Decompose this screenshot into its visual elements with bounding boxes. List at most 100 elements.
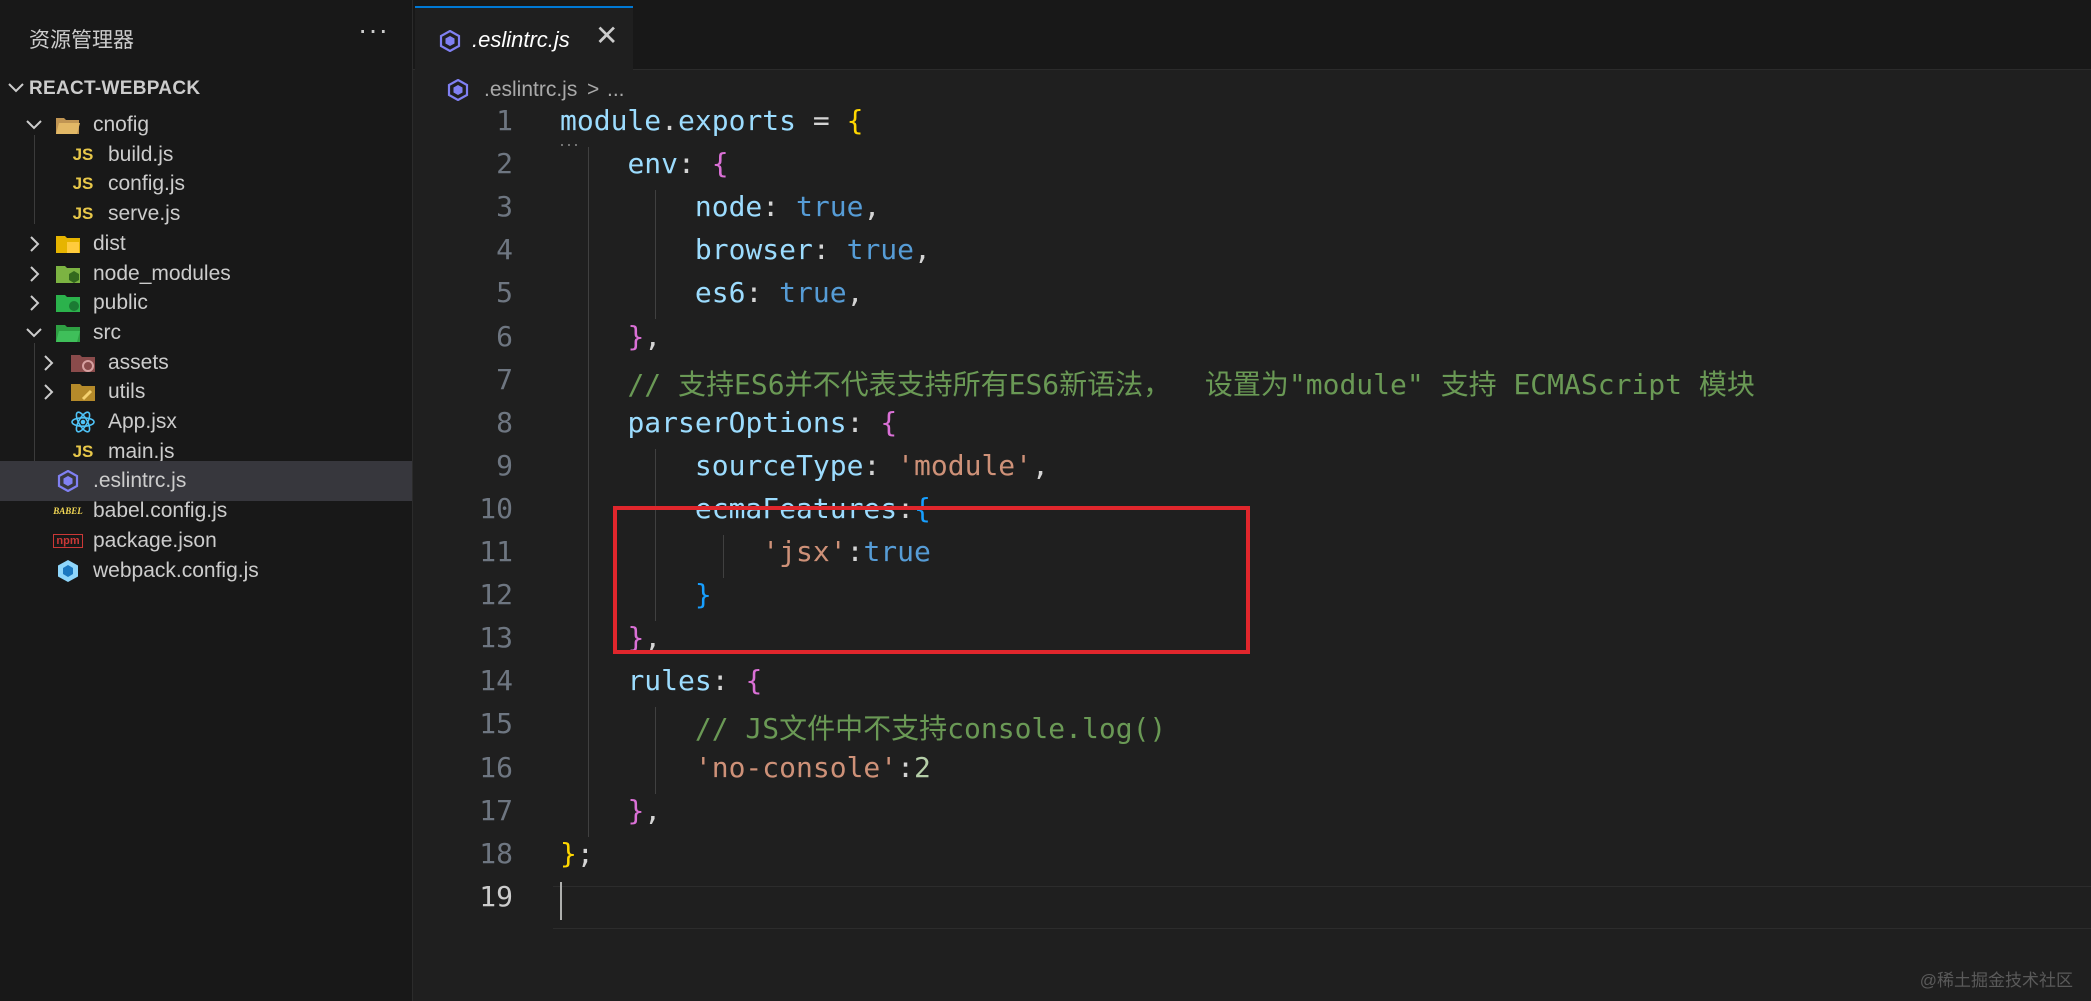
code-token: rules	[627, 664, 712, 698]
code-token: :	[745, 276, 780, 310]
line-number: 8	[496, 405, 513, 439]
tree-item-label: utils	[108, 380, 146, 404]
explorer-sidebar: 资源管理器 ··· REACT-WEBPACK cnofig JS build.js…	[0, 0, 413, 1001]
code-token: :	[678, 147, 712, 181]
chevron-right-icon	[30, 295, 40, 311]
code-token: 'module'	[897, 448, 1033, 482]
chevron-down-icon	[8, 83, 24, 93]
chevron-right-icon	[30, 236, 40, 252]
watermark: @稀土掘金技术社区	[1919, 971, 2073, 990]
line-number: 18	[479, 836, 513, 870]
code-line[interactable]: 'no-console':2	[560, 751, 931, 784]
tree-item-label: serve.js	[108, 202, 181, 226]
tree-item-label: main.js	[108, 439, 175, 463]
code-token: 2	[914, 750, 931, 784]
tree-item-label: build.js	[108, 142, 174, 166]
code-token: {	[711, 147, 729, 181]
code-token: sourceType	[694, 448, 864, 482]
utils-folder-icon	[70, 381, 96, 403]
tab-bar: .eslintrc.js ✕	[413, 0, 2091, 70]
code-line[interactable]: browser: true,	[560, 233, 931, 266]
line-number: 7	[496, 362, 513, 396]
line-number: 17	[479, 793, 513, 827]
code-token: ,	[846, 276, 864, 310]
js-file-icon: JS	[72, 441, 94, 461]
line-number: 14	[479, 664, 513, 698]
code-line[interactable]: sourceType: 'module',	[560, 449, 1049, 482]
code-token: ,	[1032, 448, 1049, 482]
line-number: 12	[479, 578, 513, 612]
code-token: true	[846, 233, 915, 267]
tree-item-label: public	[93, 291, 148, 315]
project-section-header[interactable]: REACT-WEBPACK	[0, 76, 413, 102]
line-number: 10	[479, 491, 513, 525]
code-token: {	[846, 104, 864, 137]
breadcrumb-separator: >	[587, 78, 600, 101]
code-line[interactable]: // 支持ES6并不代表支持所有ES6新语法， 设置为"module" 支持 E…	[560, 363, 1755, 403]
code-token: module	[560, 104, 662, 137]
project-name: REACT-WEBPACK	[29, 78, 201, 99]
breadcrumb-file[interactable]: .eslintrc.js	[484, 78, 577, 102]
code-line[interactable]: es6: true,	[560, 276, 864, 310]
tree-item-label: config.js	[108, 172, 186, 196]
code-token: // JS文件中不支持console.log()	[694, 712, 1167, 746]
webpack-file-icon	[55, 559, 81, 582]
line-number: 13	[479, 621, 513, 655]
code-token: exports	[678, 104, 797, 137]
chevron-right-icon	[44, 384, 54, 401]
close-icon[interactable]: ✕	[595, 22, 618, 50]
explorer-title: 资源管理器	[29, 29, 134, 52]
code-line[interactable]: rules: {	[560, 664, 762, 697]
npm-file-icon: npm	[53, 530, 83, 552]
babel-file-icon: BABEL	[53, 506, 83, 517]
node-folder-icon	[55, 263, 81, 285]
tree-item-label: src	[93, 320, 121, 344]
code-token: es6	[694, 276, 746, 310]
js-file-icon: JS	[72, 174, 94, 194]
code-token: ,	[863, 190, 881, 224]
code-line[interactable]: };	[560, 837, 594, 870]
code-line[interactable]: },	[560, 320, 661, 353]
line-number: 19	[479, 879, 513, 913]
tab-label: .eslintrc.js	[472, 27, 570, 52]
code-token: :	[711, 664, 746, 698]
code-token: parserOptions	[627, 405, 847, 439]
editor-area: .eslintrc.js ✕ .eslintrc.js > ... ··· 1m…	[413, 0, 2091, 1001]
tree-item-label: cnofig	[93, 113, 150, 136]
code-line[interactable]: node: true,	[560, 190, 880, 223]
code-line[interactable]: module.exports = {	[560, 104, 863, 137]
tree-item-label: assets	[108, 350, 169, 374]
tree-item-webpack-config-js[interactable]: webpack.config.js	[0, 551, 412, 591]
code-token: }	[560, 836, 577, 870]
more-actions-icon[interactable]: ···	[358, 14, 389, 46]
current-line-highlight	[553, 886, 2091, 929]
breadcrumb-more[interactable]: ...	[607, 78, 625, 102]
line-number: 11	[479, 535, 513, 568]
code-token: }	[627, 319, 645, 353]
line-number: 5	[496, 276, 513, 310]
code-line[interactable]: // JS文件中不支持console.log()	[560, 707, 1166, 747]
line-number: 1	[496, 104, 513, 137]
code-token: // 支持ES6并不代表支持所有ES6新语法， 设置为"module" 支持 E…	[627, 367, 1755, 401]
explorer-header: 资源管理器 ···	[0, 0, 413, 76]
code-token: true	[796, 190, 864, 224]
code-token: ,	[644, 793, 662, 827]
tab-eslintrc[interactable]: .eslintrc.js ✕	[415, 6, 633, 70]
eslint-file-icon	[447, 79, 469, 101]
code-line[interactable]: parserOptions: {	[560, 406, 897, 439]
code-line[interactable]: env: {	[560, 147, 729, 181]
code-token: ;	[576, 836, 594, 870]
chevron-down-icon	[26, 328, 42, 338]
code-token: :	[897, 750, 915, 784]
code-token: env	[627, 147, 679, 181]
code-line[interactable]: },	[560, 794, 661, 827]
